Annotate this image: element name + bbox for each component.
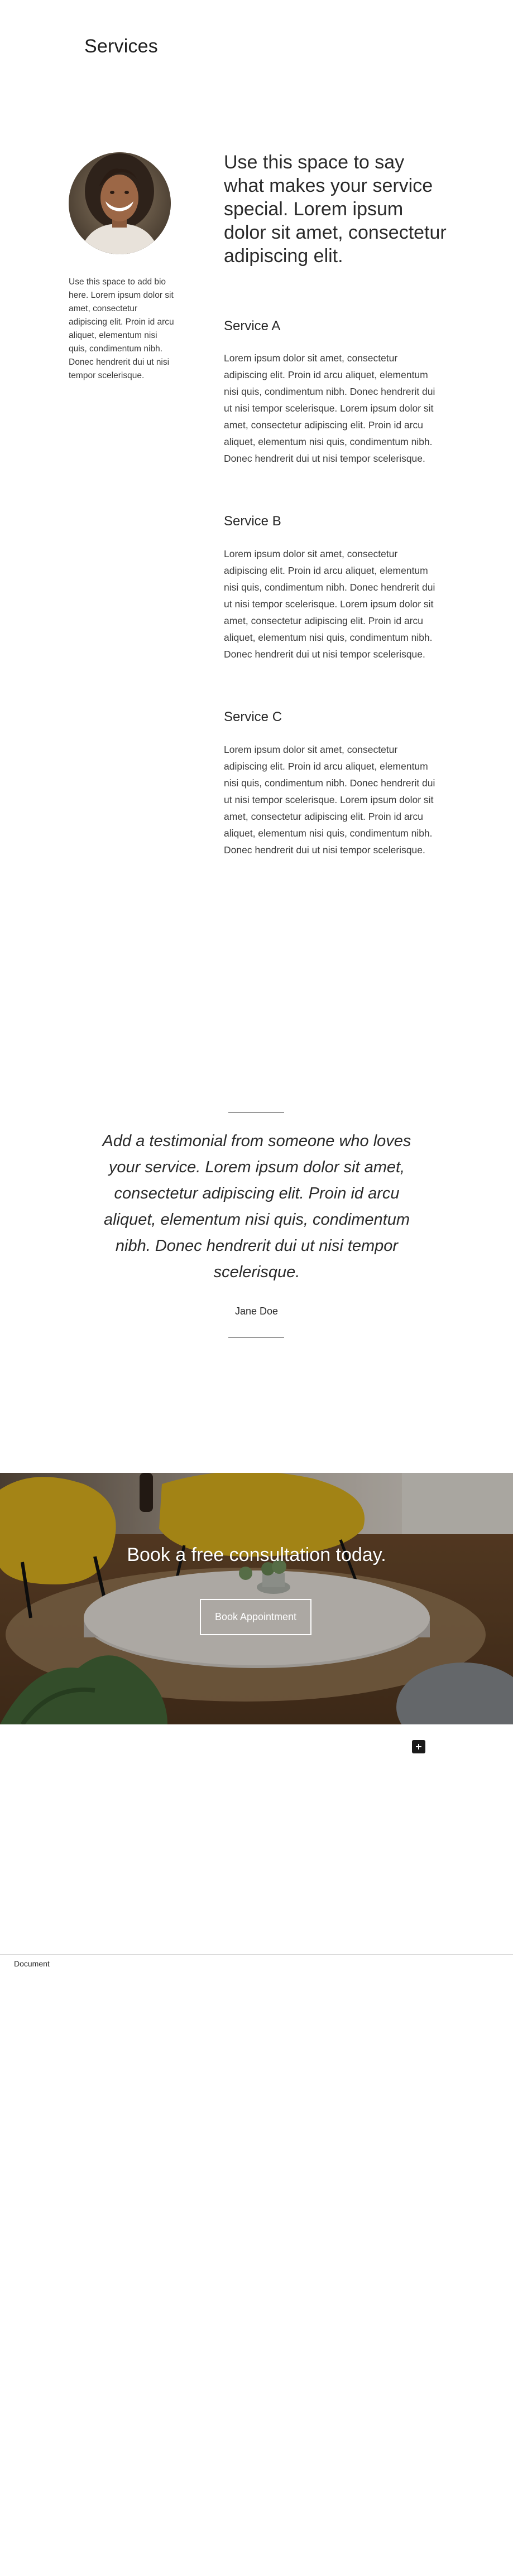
- footer-divider: [0, 1954, 513, 1955]
- bio-text: Use this space to add bio here. Lorem ip…: [69, 277, 174, 380]
- testimonial-quote: Add a testimonial from someone who loves…: [102, 1132, 411, 1281]
- testimonial-top-divider: [228, 1112, 284, 1113]
- book-appointment-button[interactable]: Book Appointment: [200, 1599, 311, 1635]
- avatar: [69, 152, 171, 254]
- footer-document-label: Document: [14, 1959, 50, 1968]
- portrait-photo-icon: [69, 152, 171, 254]
- testimonial-bottom-divider: [228, 1337, 284, 1338]
- banner-heading: Book a free consultation today.: [127, 1544, 386, 1565]
- add-button[interactable]: [412, 1740, 425, 1753]
- page-title: Services: [84, 36, 158, 57]
- service-c-body: Lorem ipsum dolor sit amet, consectetur …: [224, 744, 435, 856]
- service-c-title: Service C: [224, 709, 282, 724]
- service-b-title: Service B: [224, 514, 281, 529]
- intro-heading: Use this space to say what makes your se…: [224, 152, 447, 267]
- testimonial-author: Jane Doe: [234, 1306, 279, 1317]
- service-a-title: Service A: [224, 318, 281, 334]
- service-a-body: Lorem ipsum dolor sit amet, consectetur …: [224, 352, 435, 464]
- plus-icon: [416, 1744, 421, 1749]
- service-b-body: Lorem ipsum dolor sit amet, consectetur …: [224, 548, 435, 660]
